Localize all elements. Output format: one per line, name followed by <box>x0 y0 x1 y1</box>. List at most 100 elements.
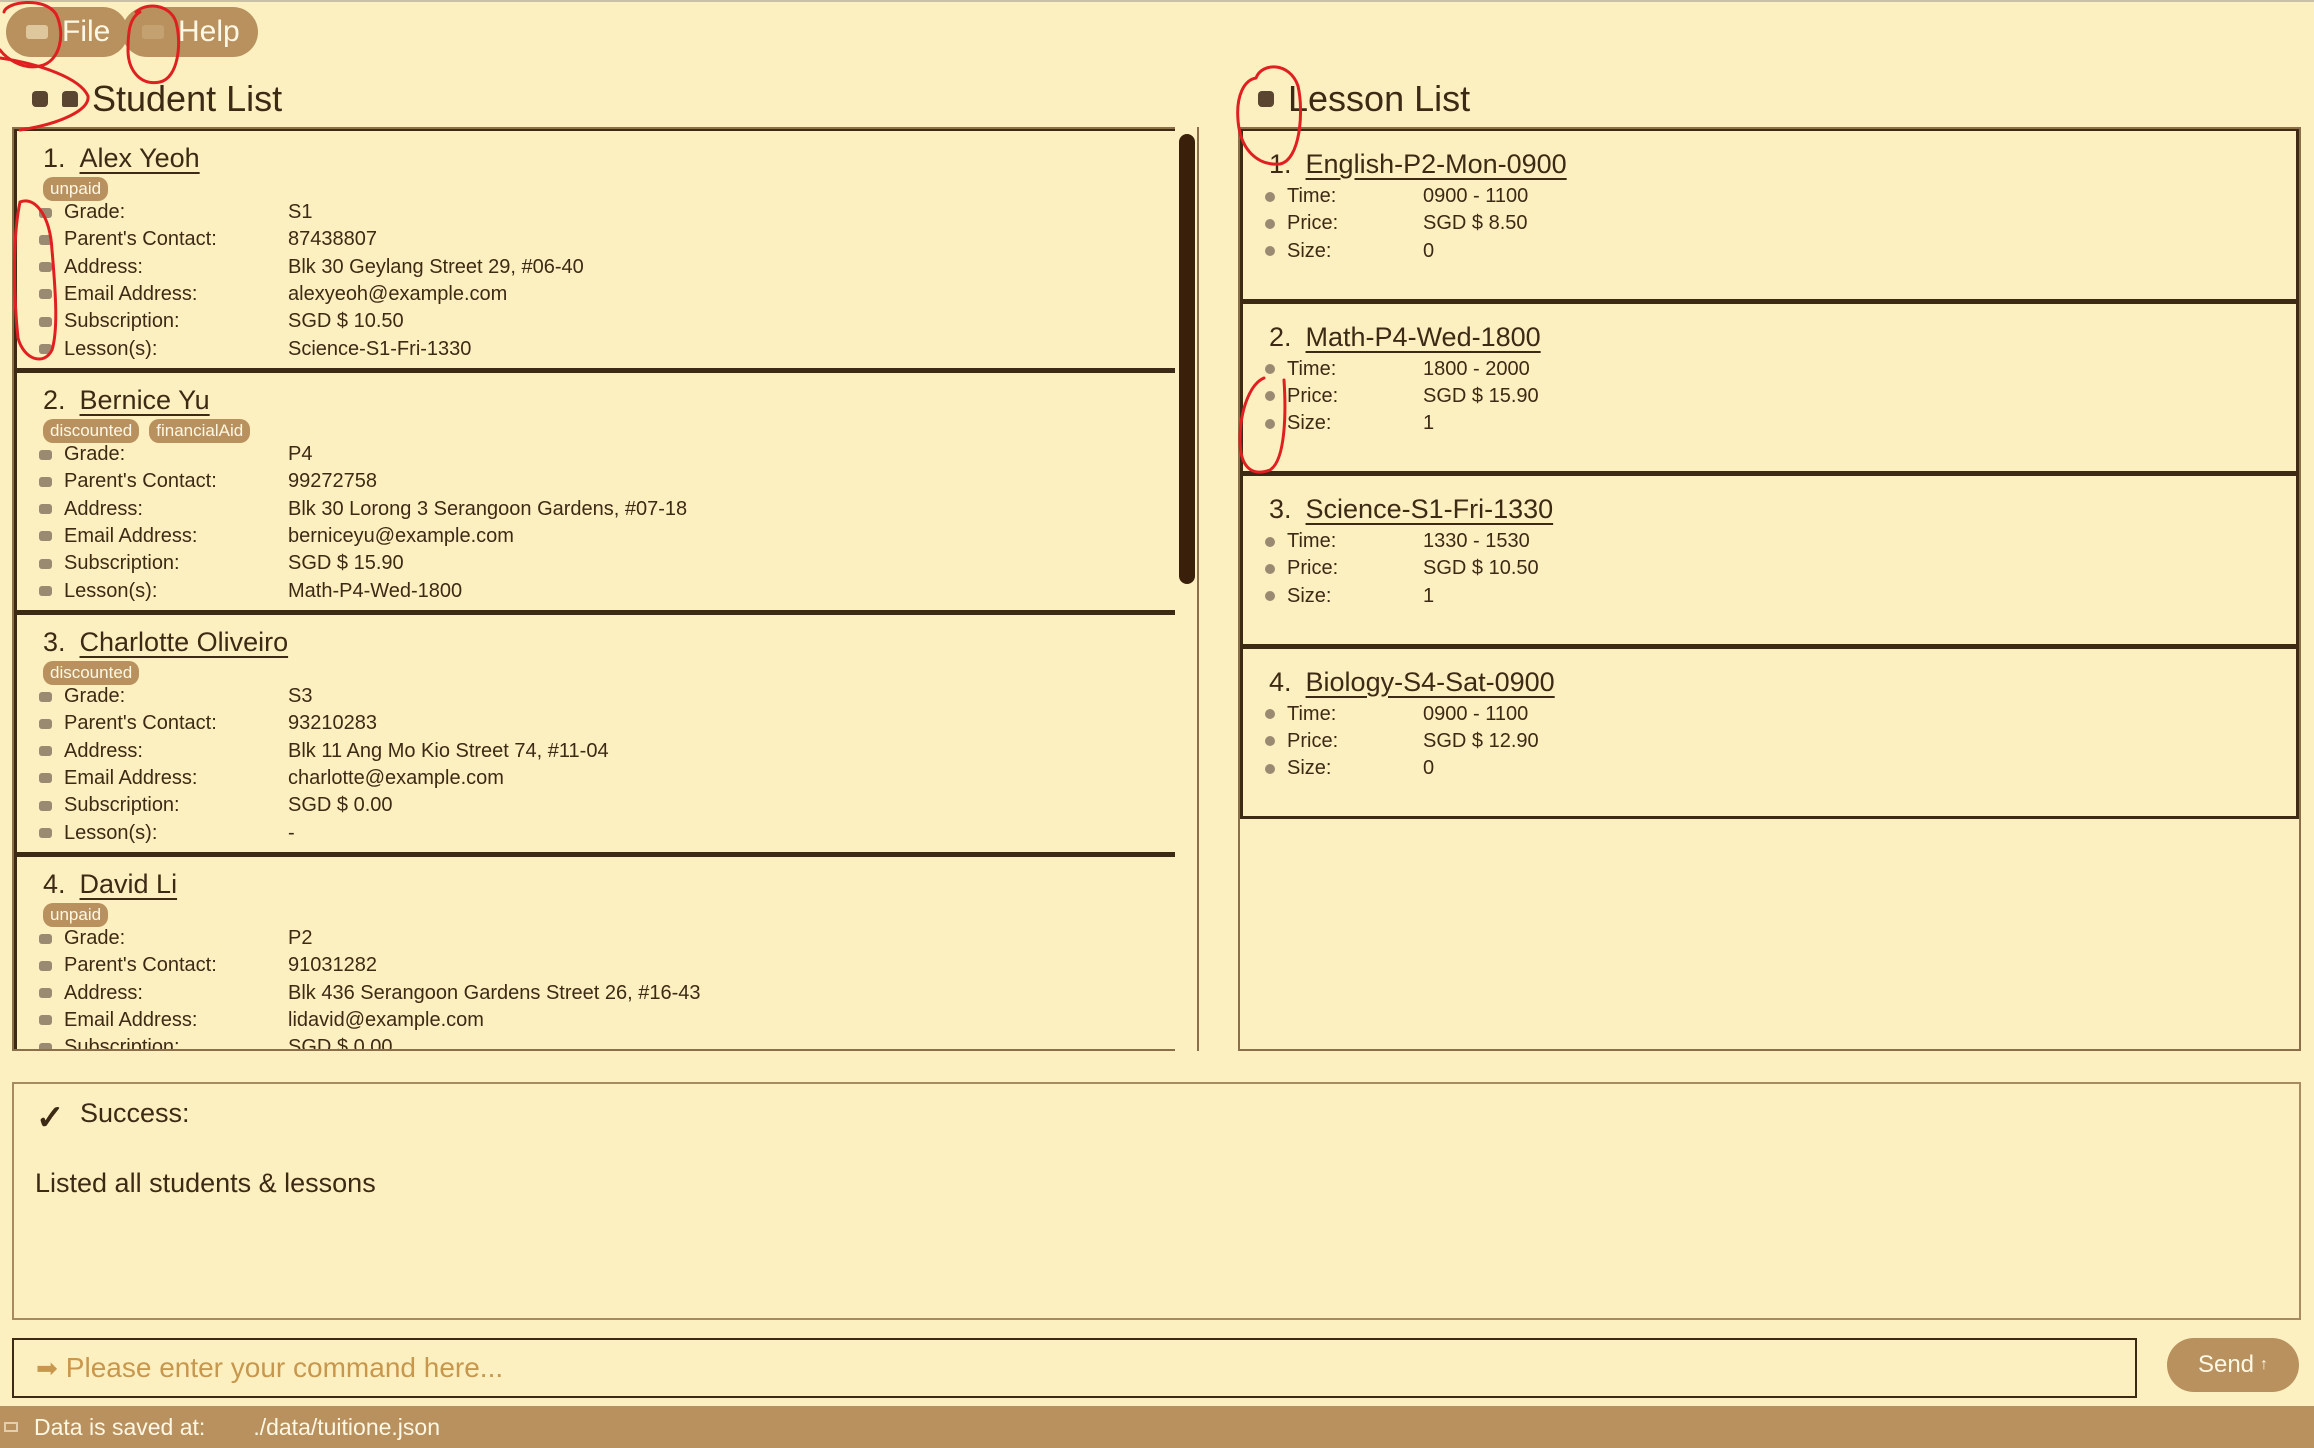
price-icon <box>1265 736 1275 747</box>
home-icon <box>39 746 52 757</box>
field-value: SGD $ 12.90 <box>1423 729 1539 752</box>
home-icon <box>39 504 52 515</box>
lesson-name: 3. Science-S1-Fri-1330 <box>1269 494 1553 525</box>
field-value: Math-P4-Wed-1800 <box>288 579 463 602</box>
field-label: Time: <box>1287 357 1337 380</box>
lesson-name-text: English-P2-Mon-0900 <box>1305 149 1567 179</box>
field-value: P4 <box>288 443 313 465</box>
lesson-card[interactable]: 2. Math-P4-Wed-1800 Time: 1800 - 2000 Pri… <box>1240 301 2299 474</box>
status-bar: Data is saved at: ./data/tuitione.json <box>0 1406 2314 1448</box>
student-field-address: Address: Blk 436 Serangoon Gardens Stree… <box>39 982 701 1005</box>
student-index: 4. <box>43 869 66 899</box>
lesson-field-time: Time: 0900 - 1100 <box>1265 185 1528 208</box>
field-label: Grade: <box>64 201 126 223</box>
field-label: Address: <box>64 739 143 762</box>
email-icon <box>39 773 52 784</box>
clock-icon <box>1265 536 1275 547</box>
lesson-index: 1. <box>1269 149 1292 179</box>
subscription-icon <box>39 1042 52 1049</box>
clock-icon <box>1265 709 1275 719</box>
student-field-parent: Parent's Contact: 91031282 <box>39 954 377 977</box>
subscription-icon <box>39 558 52 569</box>
field-label: Address: <box>64 981 143 1004</box>
field-label: Time: <box>1287 530 1337 552</box>
student-field-subscription: Subscription: SGD $ 10.50 <box>39 310 404 333</box>
field-label: Parent's Contact: <box>64 712 217 735</box>
field-value: 1800 - 2000 <box>1423 357 1530 380</box>
grade-icon <box>39 207 52 218</box>
student-field-grade: Grade: P4 <box>39 443 312 466</box>
grade-icon <box>39 691 52 702</box>
lesson-field-size: Size: 0 <box>1265 240 1434 263</box>
field-value: SGD $ 0.00 <box>288 794 393 817</box>
command-box[interactable]: ➡ <box>12 1338 2137 1398</box>
field-value: - <box>288 821 295 844</box>
student-tags: unpaid <box>43 177 109 201</box>
lesson-list-panel[interactable]: 1. English-P2-Mon-0900 Time: 0900 - 1100 … <box>1238 127 2301 1051</box>
field-value: S3 <box>288 685 313 707</box>
field-value: Blk 436 Serangoon Gardens Street 26, #16… <box>288 981 701 1004</box>
menu-bar: File Help <box>0 0 2314 58</box>
field-label: Grade: <box>64 443 126 465</box>
field-value: charlotte@example.com <box>288 766 504 789</box>
field-value: P2 <box>288 927 313 949</box>
field-label: Size: <box>1287 757 1332 780</box>
field-value: Blk 30 Lorong 3 Serangoon Gardens, #07-1… <box>288 497 688 520</box>
lesson-field-size: Size: 1 <box>1265 412 1434 435</box>
student-name: 4. David Li <box>43 869 177 900</box>
file-menu-button[interactable]: File <box>6 7 129 57</box>
save-file-icon <box>4 1422 18 1432</box>
result-display: ✓ Success: Listed all students & lessons <box>12 1082 2301 1320</box>
field-label: Lesson(s): <box>64 821 158 844</box>
clock-icon <box>1265 191 1275 202</box>
field-value: SGD $ 15.90 <box>1423 384 1539 407</box>
student-field-address: Address: Blk 30 Geylang Street 29, #06-4… <box>39 256 584 279</box>
student-field-grade: Grade: P2 <box>39 927 312 950</box>
student-card[interactable]: 1. Alex Yeoh unpaid Grade: S1 Parent's Co… <box>14 129 1197 371</box>
student-tags: unpaid <box>43 903 109 927</box>
lesson-card[interactable]: 3. Science-S1-Fri-1330 Time: 1330 - 1530 … <box>1240 474 2299 647</box>
phone-icon <box>39 476 52 487</box>
lesson-name-text: Math-P4-Wed-1800 <box>1305 321 1541 352</box>
field-value: 0900 - 1100 <box>1423 185 1529 207</box>
field-value: Science-S1-Fri-1330 <box>288 337 472 360</box>
lesson-card[interactable]: 4. Biology-S4-Sat-0900 Time: 0900 - 1100 … <box>1240 646 2299 819</box>
field-label: Subscription: <box>64 794 180 817</box>
student-list-panel[interactable]: 1. Alex Yeoh unpaid Grade: S1 Parent's Co… <box>12 127 1199 1051</box>
student-card[interactable]: 2. Bernice Yu discounted financialAid Grad… <box>14 371 1197 613</box>
student-field-email: Email Address: alexyeoh@example.com <box>39 283 507 306</box>
phone-icon <box>39 718 52 729</box>
help-menu-button[interactable]: Help <box>122 7 258 57</box>
student-card[interactable]: 4. David Li unpaid Grade: P2 Parent's Con… <box>14 855 1197 1049</box>
student-field-subscription: Subscription: SGD $ 0.00 <box>39 794 393 817</box>
email-icon <box>39 531 52 542</box>
command-input[interactable] <box>65 1352 1966 1384</box>
size-icon <box>1265 591 1275 602</box>
arrow-up-icon: ↑ <box>2260 1356 2269 1373</box>
lesson-field-price: Price: SGD $ 8.50 <box>1265 212 1528 235</box>
student-field-lessons: Lesson(s): - <box>39 822 295 845</box>
subscription-icon <box>39 316 52 327</box>
result-message: Listed all students & lessons <box>35 1168 376 1198</box>
student-name-text: David Li <box>79 869 178 899</box>
field-label: Lesson(s): <box>64 337 158 360</box>
student-list-scroll-thumb[interactable] <box>1179 134 1195 584</box>
send-button[interactable]: Send ↑ <box>2167 1338 2299 1392</box>
help-menu-label: Help <box>178 15 240 48</box>
price-icon <box>1265 218 1275 229</box>
tag-badge: unpaid <box>43 177 109 201</box>
field-value: 0 <box>1423 239 1435 262</box>
email-icon <box>39 1015 52 1026</box>
field-value: 0 <box>1423 757 1435 780</box>
student-tags: discounted <box>43 661 140 685</box>
student-list-icon <box>62 91 78 107</box>
student-card[interactable]: 3. Charlotte Oliveiro discounted Grade: S… <box>14 613 1197 855</box>
student-index: 3. <box>43 627 66 657</box>
student-name: 2. Bernice Yu <box>43 385 210 416</box>
arrow-right-icon: ➡ <box>36 1352 58 1383</box>
lesson-list-title: Lesson List <box>1288 78 1471 119</box>
lesson-card[interactable]: 1. English-P2-Mon-0900 Time: 0900 - 1100 … <box>1240 129 2299 302</box>
field-value: 91031282 <box>288 954 377 977</box>
subscription-icon <box>39 800 52 811</box>
student-name-text: Charlotte Oliveiro <box>79 627 289 657</box>
